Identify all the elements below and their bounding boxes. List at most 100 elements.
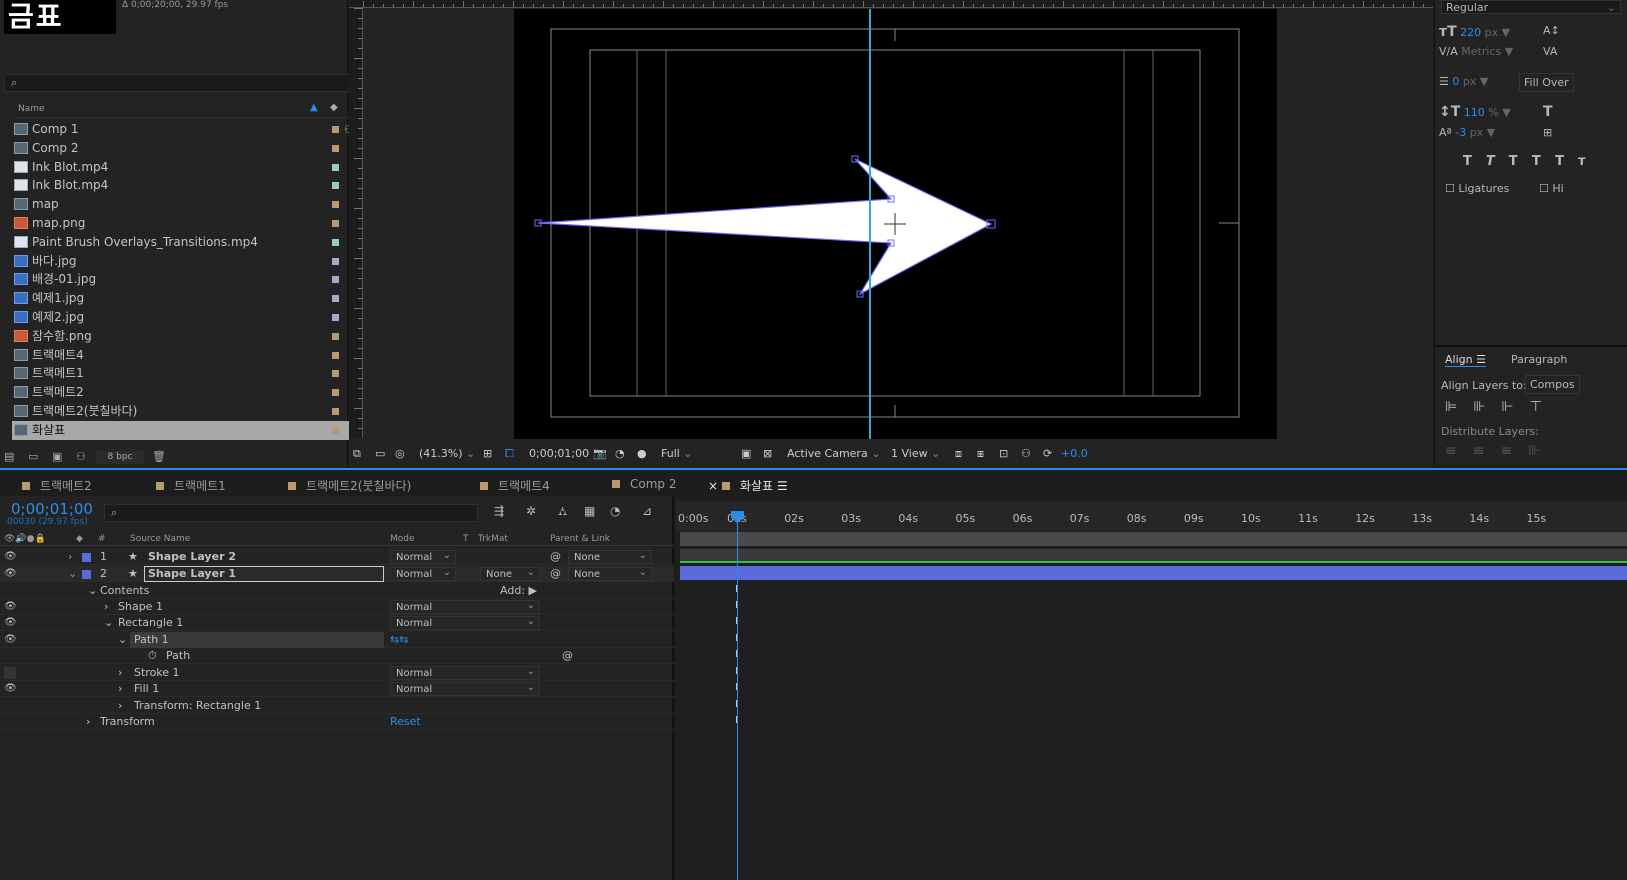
label-color-swatch[interactable] — [332, 389, 339, 397]
layer-mode-dropdown[interactable]: Normal — [390, 549, 456, 564]
new-folder-icon[interactable]: ▭ — [28, 450, 38, 463]
tab-paragraph[interactable]: Paragraph — [1511, 353, 1567, 366]
label-color-swatch[interactable] — [332, 407, 339, 415]
layer-1-duration-bar[interactable] — [680, 549, 1627, 563]
parent-dropdown[interactable]: None — [568, 549, 652, 564]
align-buttons[interactable]: ⊫⊪⊩⊤ — [1445, 399, 1558, 415]
zoom-dropdown[interactable]: (41.3%) — [419, 446, 475, 462]
resolution-dropdown[interactable]: Full — [661, 446, 693, 462]
view-layout-dropdown[interactable]: 1 View — [891, 446, 940, 462]
fill1-row[interactable]: 👁 › Fill 1 Normal — [0, 681, 674, 698]
project-item[interactable]: 트랙메트1 — [12, 364, 352, 383]
project-item[interactable]: 트랙메트2 — [12, 383, 352, 402]
label-color-swatch[interactable] — [332, 332, 339, 340]
label-color-swatch[interactable] — [332, 351, 339, 359]
project-item[interactable]: Ink Blot.mp4 — [12, 158, 352, 177]
project-item[interactable]: 바다.jpg — [12, 252, 352, 271]
visibility-eye-icon[interactable]: 👁 — [4, 615, 17, 631]
vertical-scale-field[interactable]: ↕T 110 % ▼ — [1439, 104, 1511, 120]
shape1-row[interactable]: 👁 › Shape 1 Normal — [0, 599, 674, 616]
project-item[interactable]: 잠수함.png — [12, 327, 352, 346]
stopwatch-icon[interactable]: ⏱ — [148, 648, 157, 664]
layer-mode-dropdown[interactable]: Normal — [390, 566, 456, 581]
stroke-width-field[interactable]: ☰ 0 px ▼ — [1439, 75, 1488, 88]
transparency-grid-icon[interactable]: ⊠ — [763, 446, 772, 462]
label-tag-icon[interactable]: ◆ — [330, 102, 338, 113]
visibility-eye-icon[interactable]: 👁 — [4, 632, 17, 648]
fast-preview-icon[interactable]: ⧆ — [977, 446, 984, 462]
viewer-timecode[interactable]: 0;00;01;00 — [529, 446, 589, 462]
trkmat-dropdown[interactable]: None — [480, 566, 540, 581]
graph-editor-icon[interactable]: ⊿ — [642, 504, 652, 518]
roi-icon[interactable]: ▣ — [741, 446, 751, 462]
project-item[interactable]: 배경-01.jpg — [12, 270, 352, 289]
layer-row-1[interactable]: 👁 › 1 ★ Shape Layer 2 Normal @ None — [0, 549, 674, 566]
stroke1-row[interactable]: › Stroke 1 Normal — [0, 665, 674, 682]
label-color-swatch[interactable] — [332, 126, 339, 133]
path-direction-icon[interactable]: ⇆⇆ — [390, 632, 408, 648]
trash-icon[interactable]: 🗑 — [152, 450, 166, 463]
contents-row[interactable]: ⌄ Contents Add: ▶ — [0, 583, 674, 600]
mask-view-icon[interactable]: ◎ — [395, 446, 405, 462]
visibility-eye-icon[interactable]: 👁 — [4, 566, 17, 582]
font-style-dropdown[interactable]: Regular ⌄ — [1441, 0, 1621, 14]
always-preview-icon[interactable]: ⧉ — [353, 446, 361, 462]
sort-arrow-icon[interactable]: ▲ — [310, 102, 318, 113]
stroke-type-dropdown[interactable]: Fill Over — [1519, 73, 1574, 92]
display-icon[interactable]: ▭ — [375, 446, 385, 462]
blend-mode-dropdown[interactable]: Normal — [390, 681, 540, 696]
tab-arrow[interactable]: × 화살표 ☰ — [708, 477, 788, 497]
layer-row-2[interactable]: 👁 ⌄ 2 ★ Shape Layer 1 Normal None @ None — [0, 566, 674, 583]
show-snapshot-icon[interactable]: ◔ — [615, 446, 625, 462]
time-ruler[interactable]: 0:00s01s02s03s04s05s06s07s08s09s10s11s12… — [676, 501, 1627, 531]
composition-canvas[interactable] — [514, 9, 1277, 439]
project-item[interactable]: 예제2.jpg — [12, 308, 352, 327]
label-color-swatch[interactable] — [332, 144, 339, 152]
ligatures-checkbox[interactable]: ☐ Ligatures — [1445, 182, 1509, 195]
visibility-eye-icon[interactable]: 👁 — [4, 549, 17, 565]
region-icon[interactable]: ⧠ — [505, 446, 514, 462]
layer-name-edit[interactable]: Shape Layer 1 — [144, 566, 384, 582]
column-name[interactable]: Name — [18, 104, 45, 114]
path1-row[interactable]: 👁 ⌄ Path 1 ⇆⇆ — [0, 632, 674, 649]
blend-mode-dropdown[interactable]: Normal — [390, 615, 540, 630]
work-area-bar[interactable] — [680, 532, 1627, 546]
label-color-swatch[interactable] — [332, 257, 339, 265]
project-item[interactable]: 예제1.jpg — [12, 289, 352, 308]
snapshot-icon[interactable]: 📷 — [593, 446, 607, 462]
timeline-search-input[interactable]: ⌕ — [104, 504, 478, 522]
baseline-shift-field[interactable]: Aª -3 px ▼ — [1439, 126, 1495, 139]
blend-mode-dropdown[interactable]: Normal — [390, 665, 540, 680]
current-time-indicator[interactable] — [737, 514, 738, 880]
new-comp-icon[interactable]: ▣ — [52, 450, 62, 463]
exposure-value[interactable]: +0.0 — [1061, 446, 1088, 462]
project-item[interactable]: map.png — [12, 214, 352, 233]
visibility-eye-icon[interactable]: 👁 — [4, 599, 17, 615]
align-to-dropdown[interactable]: Compos — [1525, 375, 1580, 394]
project-search-input[interactable]: ⌕ — [4, 74, 350, 92]
channel-icon[interactable]: ● — [637, 446, 647, 462]
distribute-buttons[interactable]: ≡≡≡⊪ — [1445, 443, 1556, 459]
reset-exposure-icon[interactable]: ⟳ — [1043, 446, 1052, 462]
project-item[interactable]: Comp 1⚇ — [12, 120, 354, 139]
tracking-icon[interactable]: VA — [1543, 45, 1557, 58]
visibility-eye-icon[interactable]: 👁 — [4, 681, 17, 697]
arrow-shape[interactable] — [537, 158, 993, 296]
transform-rect-row[interactable]: › Transform: Rectangle 1 — [0, 698, 674, 715]
rectangle1-row[interactable]: 👁 ⌄ Rectangle 1 Normal — [0, 615, 674, 632]
tsume-icon[interactable]: ⊞ — [1543, 126, 1552, 139]
tab-trackmatte4[interactable]: 트랙메트4 — [480, 477, 550, 494]
label-color-swatch[interactable] — [332, 182, 339, 190]
parent-dropdown[interactable]: None — [568, 566, 652, 581]
tab-trackmatte1[interactable]: 트랙메트1 — [156, 477, 226, 494]
font-size-field[interactable]: ᴛT 220 px ▼ — [1439, 24, 1510, 40]
draft-3d-icon[interactable]: ✲ — [526, 504, 536, 518]
label-color-swatch[interactable] — [332, 163, 339, 171]
label-color-swatch[interactable] — [332, 238, 339, 246]
flowchart-view-icon[interactable]: ⚇ — [1021, 446, 1031, 462]
project-item[interactable]: 트랙매트4 — [12, 346, 352, 365]
project-item[interactable]: map — [12, 195, 352, 214]
grid-icon[interactable]: ⊞ — [483, 446, 492, 462]
pickwhip-icon[interactable]: @ — [550, 549, 561, 565]
project-item[interactable]: 트랙메트2(붓칠바다) — [12, 402, 352, 421]
